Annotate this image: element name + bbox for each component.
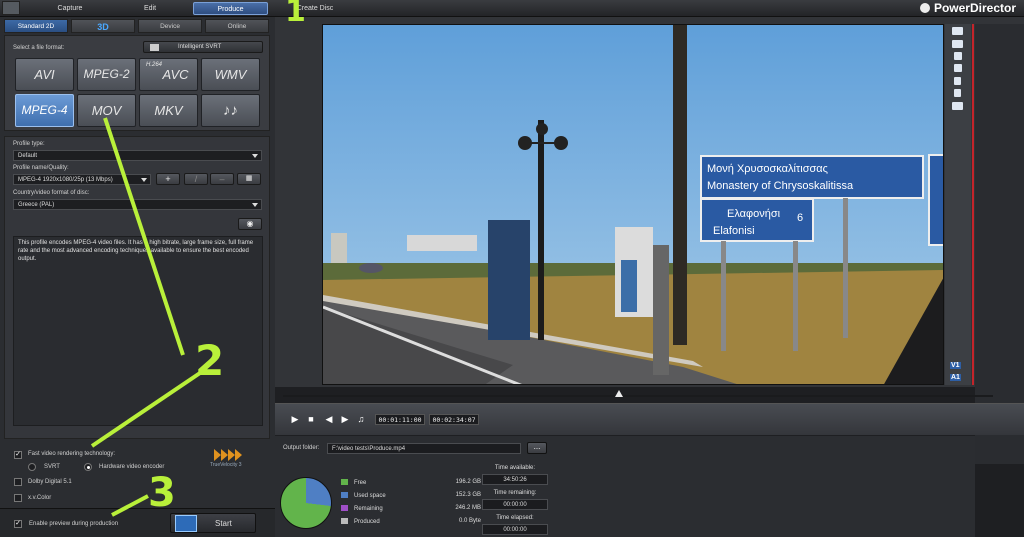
annotation-line-2 — [90, 371, 202, 448]
annotation-number-2: 2 — [195, 336, 225, 385]
annotation-number-1: 1 — [285, 0, 306, 29]
annotation-overlay — [90, 117, 202, 517]
annotation-line-1 — [103, 117, 185, 356]
annotation-number-3: 3 — [148, 470, 176, 516]
annotation-line-3 — [111, 494, 149, 517]
